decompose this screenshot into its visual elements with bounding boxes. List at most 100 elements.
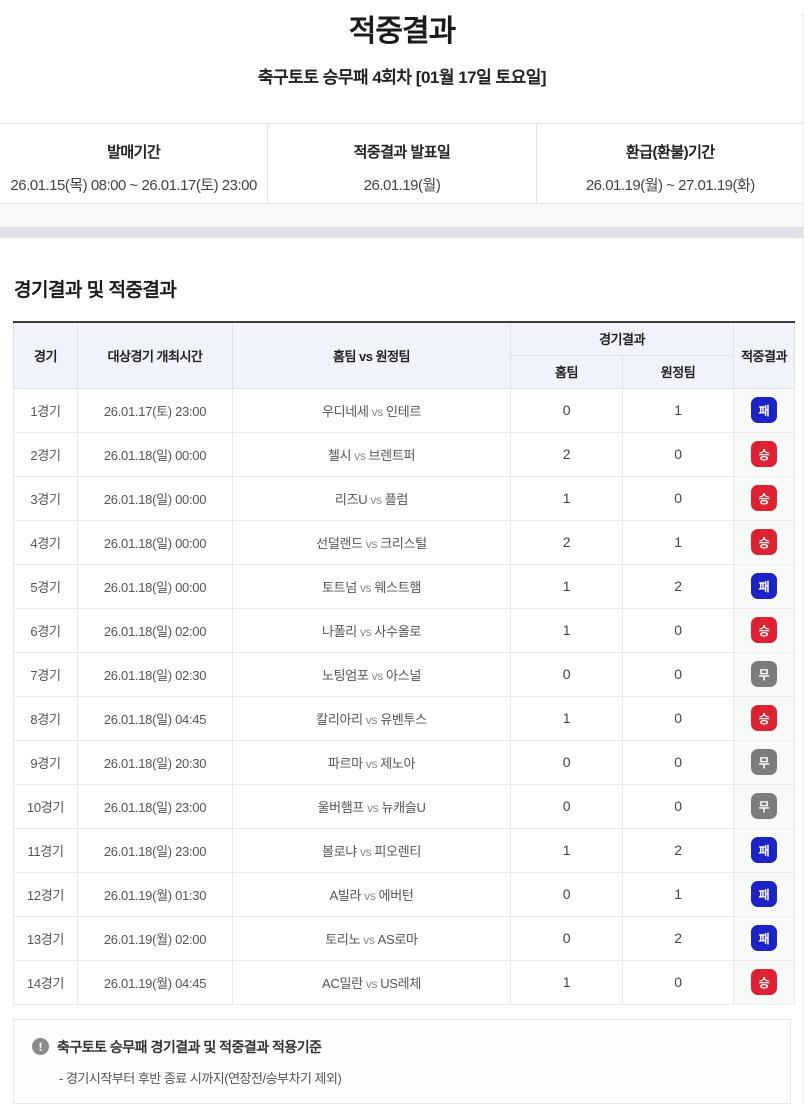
col-header-hit: 적중결과 <box>734 322 795 388</box>
vs-label: vs <box>363 713 380 727</box>
table-row: 9경기26.01.18(일) 20:30파르마vs제노아00무 <box>14 740 795 784</box>
page-title: 적중결과 <box>0 13 804 50</box>
vs-label: vs <box>361 889 378 903</box>
info-refund-period: 환급(환불)기간 26.01.19(월) ~ 27.01.19(화) <box>536 124 804 203</box>
info-value: 26.01.19(월) <box>268 174 535 195</box>
hit-result-cell: 승 <box>734 696 795 740</box>
away-score: 2 <box>623 828 734 872</box>
page-subtitle: 축구토토 승무패 4회차 [01월 17일 토요일] <box>0 67 804 89</box>
home-team-name: 우디네세 <box>322 404 369 419</box>
col-header-game: 경기 <box>14 322 78 388</box>
info-value: 26.01.19(월) ~ 27.01.19(화) <box>537 174 804 195</box>
away-team-name: AS로마 <box>378 932 418 947</box>
away-score: 1 <box>623 520 734 564</box>
hit-result-cell: 패 <box>734 828 795 872</box>
match-teams: 칼리아리vs유벤투스 <box>233 696 511 740</box>
hit-result-cell: 승 <box>734 520 795 564</box>
home-score: 0 <box>511 388 623 432</box>
result-badge: 승 <box>751 969 777 995</box>
info-label: 발매기간 <box>0 141 267 162</box>
home-score: 0 <box>511 872 623 916</box>
match-datetime: 26.01.18(일) 02:30 <box>78 652 233 696</box>
round-info-bar: 발매기간 26.01.15(목) 08:00 ~ 26.01.17(토) 23:… <box>0 123 804 204</box>
home-score: 1 <box>511 608 623 652</box>
home-team-name: 파르마 <box>328 756 363 771</box>
home-team-name: 첼시 <box>328 448 351 463</box>
hit-result-cell: 승 <box>734 476 795 520</box>
home-team-name: 노팅엄포 <box>322 668 369 683</box>
info-label: 환급(환불)기간 <box>537 141 804 162</box>
table-body: 1경기26.01.17(토) 23:00우디네세vs인테르01패2경기26.01… <box>14 388 795 1004</box>
vs-label: vs <box>364 801 381 815</box>
notice-box: ! 축구토토 승무패 경기결과 및 적중결과 적용기준 - 경기시작부터 후반 … <box>13 1019 791 1104</box>
match-teams: A빌라vs에버턴 <box>233 872 511 916</box>
col-header-home-score: 홈팀 <box>511 355 623 388</box>
table-row: 14경기26.01.19(월) 04:45AC밀란vsUS레체10승 <box>14 960 795 1004</box>
result-badge: 패 <box>751 837 777 863</box>
section-title: 경기결과 및 적중결과 <box>14 275 804 302</box>
result-badge: 패 <box>751 925 777 951</box>
away-score: 1 <box>623 388 734 432</box>
match-datetime: 26.01.19(월) 04:45 <box>78 960 233 1004</box>
vs-label: vs <box>363 977 380 991</box>
col-header-teams: 홈팀 vs 원정팀 <box>233 322 511 388</box>
match-datetime: 26.01.18(일) 23:00 <box>78 828 233 872</box>
match-datetime: 26.01.18(일) 00:00 <box>78 520 233 564</box>
vs-label: vs <box>363 537 380 551</box>
game-number: 13경기 <box>14 916 78 960</box>
vs-label: vs <box>369 405 386 419</box>
table-row: 5경기26.01.18(일) 00:00토트넘vs웨스트햄12패 <box>14 564 795 608</box>
match-teams: 나폴리vs사수올로 <box>233 608 511 652</box>
match-datetime: 26.01.17(토) 23:00 <box>78 388 233 432</box>
table-row: 4경기26.01.18(일) 00:00선덜랜드vs크리스털21승 <box>14 520 795 564</box>
table-row: 7경기26.01.18(일) 02:30노팅엄포vs아스널00무 <box>14 652 795 696</box>
match-teams: 선덜랜드vs크리스털 <box>233 520 511 564</box>
result-badge: 패 <box>751 397 777 423</box>
away-score: 2 <box>623 564 734 608</box>
match-datetime: 26.01.18(일) 20:30 <box>78 740 233 784</box>
away-score: 0 <box>623 652 734 696</box>
vs-label: vs <box>351 449 368 463</box>
away-team-name: 피오렌티 <box>374 844 421 859</box>
vs-label: vs <box>360 933 377 947</box>
table-row: 8경기26.01.18(일) 04:45칼리아리vs유벤투스10승 <box>14 696 795 740</box>
away-team-name: 뉴캐슬U <box>381 800 425 815</box>
away-team-name: 플럼 <box>385 492 408 507</box>
vs-label: vs <box>357 845 374 859</box>
info-announce-date: 적중결과 발표일 26.01.19(월) <box>267 124 535 203</box>
away-team-name: 크리스털 <box>380 536 427 551</box>
away-score: 0 <box>623 608 734 652</box>
game-number: 4경기 <box>14 520 78 564</box>
result-badge: 승 <box>751 529 777 555</box>
away-team-name: 아스널 <box>386 668 421 683</box>
away-team-name: US레체 <box>380 976 421 991</box>
col-header-away-score: 원정팀 <box>623 355 734 388</box>
vs-label: vs <box>357 625 374 639</box>
result-badge: 승 <box>751 441 777 467</box>
home-team-name: 리즈U <box>335 492 367 507</box>
game-number: 6경기 <box>14 608 78 652</box>
match-datetime: 26.01.19(월) 02:00 <box>78 916 233 960</box>
hit-result-cell: 승 <box>734 432 795 476</box>
away-score: 0 <box>623 432 734 476</box>
game-number: 12경기 <box>14 872 78 916</box>
hit-result-cell: 승 <box>734 608 795 652</box>
home-score: 0 <box>511 740 623 784</box>
home-score: 1 <box>511 828 623 872</box>
hit-result-cell: 무 <box>734 740 795 784</box>
game-number: 10경기 <box>14 784 78 828</box>
hit-result-cell: 무 <box>734 652 795 696</box>
away-team-name: 에버턴 <box>379 888 414 903</box>
hit-result-cell: 무 <box>734 784 795 828</box>
info-value: 26.01.15(목) 08:00 ~ 26.01.17(토) 23:00 <box>0 174 267 195</box>
away-team-name: 인테르 <box>386 404 421 419</box>
section-separator-gray <box>0 227 804 238</box>
game-number: 3경기 <box>14 476 78 520</box>
match-datetime: 26.01.18(일) 00:00 <box>78 564 233 608</box>
vs-label: vs <box>367 493 384 507</box>
table-header: 경기 대상경기 개최시간 홈팀 vs 원정팀 경기결과 적중결과 홈팀 원정팀 <box>14 322 795 388</box>
notice-title: 축구토토 승무패 경기결과 및 적중결과 적용기준 <box>57 1037 322 1057</box>
col-header-datetime: 대상경기 개최시간 <box>78 322 233 388</box>
home-score: 1 <box>511 476 623 520</box>
away-team-name: 브렌트퍼 <box>369 448 416 463</box>
